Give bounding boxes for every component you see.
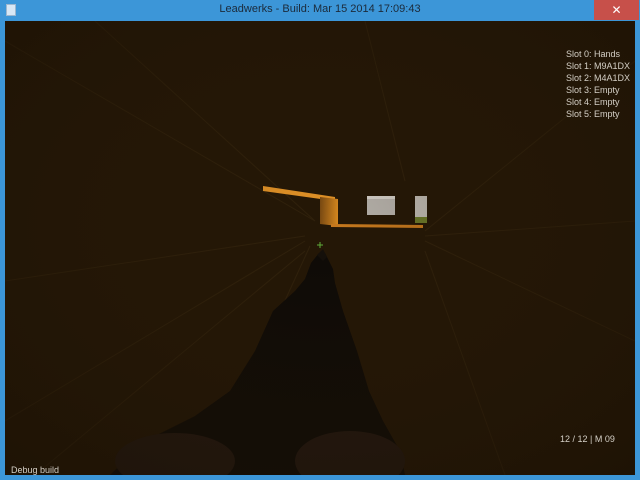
game-viewport[interactable]: Slot 0: Hands Slot 1: M9A1DX Slot 2: M4A… xyxy=(5,21,635,475)
close-button[interactable]: ✕ xyxy=(594,0,639,20)
debug-build-label: Debug build xyxy=(11,465,60,475)
weapon-slot-5: Slot 5: Empty xyxy=(565,109,620,119)
weapon-slot-list: Slot 0: Hands Slot 1: M9A1DX Slot 2: M4A… xyxy=(566,48,630,120)
crosshair-icon xyxy=(317,242,323,248)
game-window: Leadwerks - Build: Mar 15 2014 17:09:43 … xyxy=(0,0,640,480)
ammo-counter: 12 / 12 | M 09 xyxy=(560,434,615,444)
weapon-slot-2: Slot 2: M4A1DX xyxy=(565,73,630,83)
game-scene xyxy=(5,21,635,475)
window-title: Leadwerks - Build: Mar 15 2014 17:09:43 xyxy=(219,3,421,15)
weapon-slot-4: Slot 4: Empty xyxy=(565,97,620,107)
weapon-slot-3: Slot 3: Empty xyxy=(565,85,620,95)
weapon-slot-0: Slot 0: Hands xyxy=(565,49,620,59)
weapon-slot-1: Slot 1: M9A1DX xyxy=(565,61,630,71)
title-bar[interactable]: Leadwerks - Build: Mar 15 2014 17:09:43 … xyxy=(0,0,640,21)
close-icon: ✕ xyxy=(611,3,622,17)
